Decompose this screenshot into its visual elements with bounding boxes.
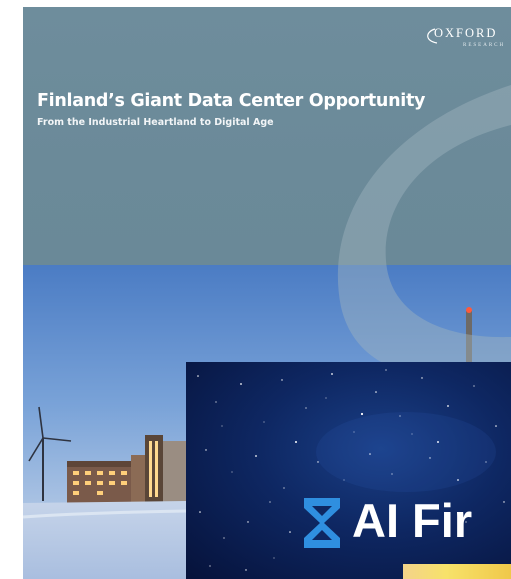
logo-text: OXFORD	[434, 26, 498, 40]
report-subtitle: From the Industrial Heartland to Digital…	[37, 117, 274, 128]
hourglass-x-logo-icon	[304, 498, 340, 548]
oxford-research-logo: OXFORD RESEARCH	[421, 23, 511, 63]
page: OXFORD RESEARCH Finland’s Giant Data Cen…	[0, 0, 511, 579]
ai-title-text: AI Fir	[352, 494, 473, 547]
ai-video-thumbnail[interactable]: AI Fir	[186, 362, 511, 579]
yellow-banner-strip	[403, 564, 511, 579]
report-title: Finland’s Giant Data Center Opportunity	[37, 91, 426, 111]
logo-subtext: RESEARCH	[463, 43, 506, 48]
